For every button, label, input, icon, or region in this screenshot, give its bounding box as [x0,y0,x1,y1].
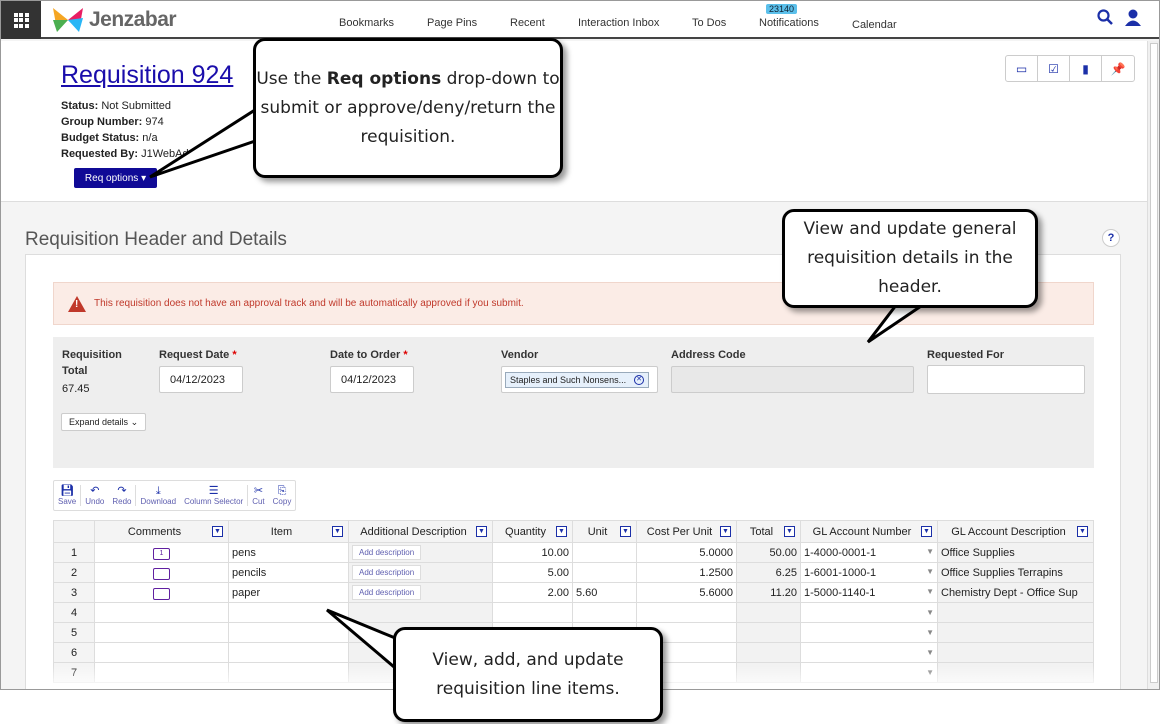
callout-tails [149,105,935,676]
header-callout: View and update general requisition deta… [782,209,1038,308]
req-options-callout: Use the Req options drop-down to submit … [253,38,563,178]
line-items-callout: View, add, and update requisition line i… [393,627,663,722]
callout-text-bold: Req options [326,68,442,89]
callout-text: Use the [256,68,327,89]
